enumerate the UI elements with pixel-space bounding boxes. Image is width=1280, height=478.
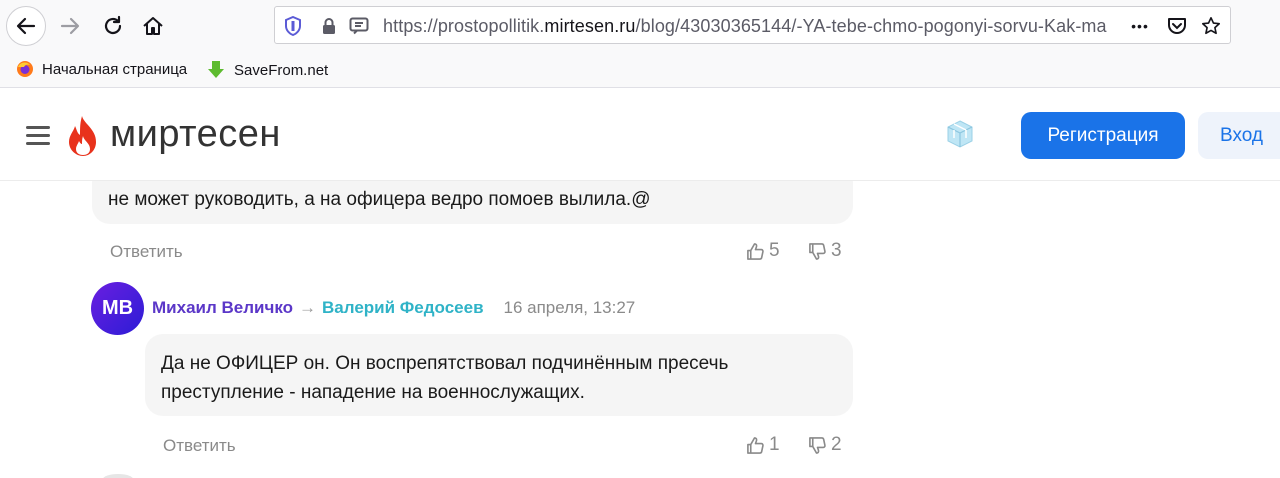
comment-text-line: преступление - нападение на военнослужащ… <box>161 382 585 403</box>
comment-author-link[interactable]: Михаил Величко <box>152 298 293 318</box>
url-text[interactable]: https://prostopollitik.mirtesen.ru/blog/… <box>383 16 1121 37</box>
site-header: миртесен Регистрация Вход <box>0 89 1280 181</box>
url-bar[interactable]: https://prostopollitik.mirtesen.ru/blog/… <box>274 6 1231 44</box>
avatar-initials: МВ <box>101 297 134 319</box>
lock-icon[interactable] <box>319 16 339 36</box>
menu-icon[interactable] <box>26 126 50 146</box>
thumbs-down-icon <box>809 242 826 260</box>
next-comment-avatar <box>103 474 133 478</box>
comment-text-line: Да не ОФИЦЕР он. Он воспрепятствовал под… <box>161 353 729 374</box>
cube-icon[interactable] <box>942 117 978 153</box>
comment-text: не может руководить, а на офицера ведро … <box>108 189 651 210</box>
forward-arrow-icon <box>60 17 80 35</box>
like-count: 5 <box>769 240 780 261</box>
login-button[interactable]: Вход <box>1198 112 1280 159</box>
thumbs-up-icon <box>747 242 764 260</box>
bookmark-start-page[interactable]: Начальная страница <box>16 60 187 78</box>
site-logo-text[interactable]: миртесен <box>110 113 281 156</box>
tracking-shield-icon[interactable] <box>283 16 303 36</box>
dislike-button[interactable]: 3 <box>808 240 842 262</box>
home-button[interactable] <box>133 6 173 46</box>
avatar[interactable]: МВ <box>91 282 144 335</box>
reply-button[interactable]: Ответить <box>163 436 236 456</box>
pocket-icon[interactable] <box>1167 16 1187 36</box>
forward-button[interactable] <box>50 6 90 46</box>
comment-bubble: Да не ОФИЦЕР он. Он воспрепятствовал под… <box>145 334 853 416</box>
home-icon <box>143 17 163 35</box>
register-button[interactable]: Регистрация <box>1021 112 1185 159</box>
savefrom-icon <box>208 61 224 78</box>
dislike-button[interactable]: 2 <box>808 434 842 456</box>
reload-button[interactable] <box>93 6 133 46</box>
reply-button[interactable]: Ответить <box>110 242 183 262</box>
browser-toolbar: https://prostopollitik.mirtesen.ru/blog/… <box>0 0 1280 52</box>
thumbs-up-icon <box>747 436 764 454</box>
flame-logo-icon[interactable] <box>66 114 100 158</box>
bookmark-savefrom[interactable]: SaveFrom.net <box>206 60 328 80</box>
reply-to-user-link[interactable]: Валерий Федосеев <box>322 298 484 318</box>
bookmarks-toolbar: Начальная страница SaveFrom.net <box>0 52 1280 88</box>
dislike-count: 3 <box>831 240 842 261</box>
back-arrow-icon <box>16 17 36 35</box>
reply-arrow-icon: → <box>299 298 317 317</box>
reader-view-icon[interactable] <box>349 16 369 36</box>
bookmark-label: Начальная страница <box>42 60 188 78</box>
like-count: 1 <box>769 434 780 455</box>
bookmark-star-icon[interactable] <box>1201 16 1221 36</box>
dislike-count: 2 <box>831 434 842 455</box>
back-button[interactable] <box>6 6 46 46</box>
like-button[interactable]: 5 <box>746 240 780 262</box>
firefox-icon <box>17 61 33 77</box>
thumbs-down-icon <box>809 436 826 454</box>
page-actions-menu-icon[interactable]: ••• <box>1127 16 1153 36</box>
comment-meta: Михаил Величко → Валерий Федосеев 16 апр… <box>152 298 635 318</box>
bookmark-label: SaveFrom.net <box>234 61 329 79</box>
comment-date: 16 апреля, 13:27 <box>503 298 636 317</box>
reload-icon <box>104 15 122 35</box>
like-button[interactable]: 1 <box>746 434 780 456</box>
